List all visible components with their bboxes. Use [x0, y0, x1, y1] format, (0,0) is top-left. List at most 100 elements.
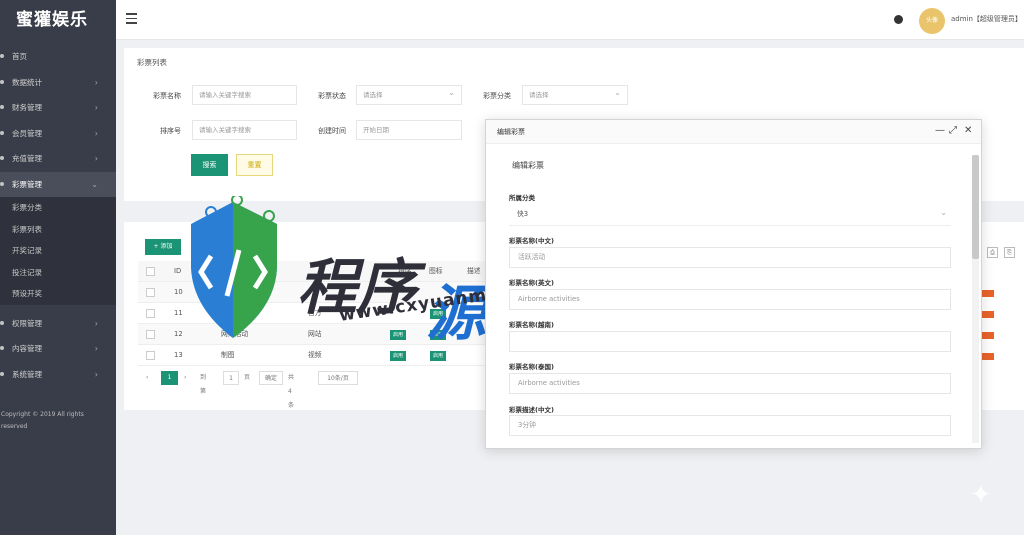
sidebar-item-label: 充值管理: [12, 154, 42, 163]
goto-label: 到第: [200, 374, 207, 395]
status-badge: 启用: [390, 330, 407, 340]
desc-zh-input[interactable]: 3分钟: [509, 415, 951, 436]
goto-page-input[interactable]: 1: [223, 371, 239, 385]
prev-page-button[interactable]: ‹: [146, 371, 148, 385]
sidebar-item-label: 会员管理: [12, 128, 42, 138]
row-id: 13: [174, 351, 183, 359]
name-label: 彩票名称: [153, 92, 181, 100]
sidebar-item-label: 系统管理: [12, 369, 42, 379]
dialog-header: 编辑彩票 — ⤢ ✕: [486, 120, 981, 144]
bullet-icon: [0, 320, 4, 325]
sidebar: 蜜獾娱乐 首页 数据统计 › 财务管理 › 会员管理 › 充值管理 › 彩票管理 ⌄ 彩票…: [0, 0, 116, 535]
sidebar-subitem-category[interactable]: 彩票分类: [0, 197, 116, 219]
goto-confirm-button[interactable]: 确定: [259, 371, 283, 385]
row-checkbox[interactable]: [146, 288, 155, 297]
bullet-icon: [0, 105, 4, 109]
reset-button[interactable]: 重置: [236, 154, 273, 176]
sidebar-item-system[interactable]: 系统管理 ›: [0, 362, 116, 388]
field-label: 彩票名称(泰国): [509, 363, 554, 371]
action-tag[interactable]: [980, 290, 994, 297]
bullet-icon: [0, 181, 4, 186]
row-id: 10: [174, 288, 183, 296]
column-header[interactable]: ID: [174, 261, 181, 282]
scrollbar-thumb[interactable]: [972, 155, 979, 259]
row-type: 视频: [308, 351, 322, 359]
category-select[interactable]: 快3: [509, 203, 951, 226]
category-select[interactable]: 请选择: [522, 84, 628, 105]
status-badge: 启用: [390, 351, 407, 361]
total-count: 共4条: [288, 374, 295, 409]
next-page-button[interactable]: ›: [184, 371, 186, 385]
status-label: 彩票状态: [318, 92, 346, 100]
add-button[interactable]: + 添加: [145, 239, 181, 255]
maximize-icon[interactable]: ⤢: [949, 125, 957, 137]
sidebar-subitem-bets[interactable]: 投注记录: [0, 261, 116, 283]
brand-logo[interactable]: 蜜獾娱乐: [0, 0, 116, 40]
sort-search-input[interactable]: 请输入关键字搜索: [192, 120, 297, 140]
row-id: 12: [174, 330, 183, 338]
print-icon[interactable]: ⎘: [1004, 247, 1015, 258]
field-label: 彩票名称(越南): [509, 321, 554, 329]
page-title: 彩票列表: [137, 58, 167, 67]
per-page-select[interactable]: 10条/页: [318, 371, 358, 385]
chevron-right-icon: ›: [94, 369, 98, 379]
page-current[interactable]: 1: [161, 371, 178, 385]
sidebar-item-recharge[interactable]: 充值管理 ›: [0, 146, 116, 172]
chevron-down-icon: ⌄: [91, 179, 98, 189]
status-select[interactable]: 请选择: [356, 84, 462, 105]
row-checkbox[interactable]: [146, 309, 155, 318]
dialog-scrollbar[interactable]: [972, 155, 979, 443]
select-all-checkbox[interactable]: [146, 267, 155, 276]
sparkle-icon: ✦: [970, 480, 992, 510]
form-title: 编辑彩票: [512, 161, 544, 170]
bullet-icon: [0, 371, 4, 376]
sidebar-item-label: 首页: [12, 52, 27, 61]
theme-icon[interactable]: [894, 15, 903, 24]
sidebar-item-members[interactable]: 会员管理 ›: [0, 121, 116, 147]
export-icon[interactable]: ⎙: [987, 247, 998, 258]
hamburger-menu-icon[interactable]: [126, 13, 137, 24]
avatar[interactable]: 头像: [919, 8, 945, 34]
name-th-input[interactable]: Airborne activities: [509, 373, 951, 394]
row-checkbox[interactable]: [146, 330, 155, 339]
column-header[interactable]: 描述: [467, 261, 481, 282]
sidebar-subitem-preset[interactable]: 预设开奖: [0, 283, 116, 305]
sidebar-item-home[interactable]: 首页: [0, 44, 116, 70]
status-badge: 启用: [430, 351, 447, 361]
field-label: 彩票名称(中文): [509, 237, 554, 245]
bullet-icon: [0, 54, 4, 58]
row-name: 网络活动: [221, 330, 249, 338]
user-name[interactable]: admin【超级管理员】: [951, 14, 1022, 24]
name-vi-input[interactable]: [509, 331, 951, 352]
sidebar-item-permissions[interactable]: 权限管理 ›: [0, 311, 116, 337]
sidebar-item-finance[interactable]: 财务管理 ›: [0, 95, 116, 121]
row-id: 11: [174, 309, 183, 317]
sidebar-subitem-draws[interactable]: 开奖记录: [0, 240, 116, 262]
action-tag[interactable]: [980, 332, 994, 339]
search-button[interactable]: 搜索: [191, 154, 228, 176]
name-en-input[interactable]: Airborne activities: [509, 289, 951, 310]
sidebar-subitem-list[interactable]: 彩票列表: [0, 218, 116, 240]
column-header[interactable]: 图标: [429, 261, 443, 282]
chevron-right-icon: ›: [94, 103, 98, 112]
sidebar-item-lottery[interactable]: 彩票管理 ⌄: [0, 171, 116, 197]
sidebar-item-stats[interactable]: 数据统计 ›: [0, 70, 116, 96]
table-toolbar: ⎙ ⎘: [981, 239, 1015, 258]
name-zh-input[interactable]: 活跃活动: [509, 247, 951, 268]
close-icon[interactable]: ✕: [964, 125, 972, 137]
field-label: 彩票名称(英文): [509, 279, 554, 287]
name-search-input[interactable]: 请输入关键字搜索: [192, 85, 297, 105]
minimize-icon[interactable]: —: [935, 125, 945, 137]
sidebar-item-label: 彩票管理: [12, 179, 42, 189]
start-date-input[interactable]: 开始日期: [356, 120, 462, 140]
sidebar-item-content[interactable]: 内容管理 ›: [0, 336, 116, 362]
sidebar-item-label: 内容管理: [12, 344, 42, 353]
column-header[interactable]: 排序: [398, 261, 412, 282]
row-checkbox[interactable]: [146, 351, 155, 360]
page-unit: 页: [244, 374, 251, 381]
action-tag[interactable]: [980, 311, 994, 318]
time-label: 创建时间: [318, 127, 346, 135]
bullet-icon: [0, 346, 4, 350]
action-tag[interactable]: [980, 353, 994, 360]
sidebar-subitem-label: 彩票列表: [12, 224, 42, 234]
